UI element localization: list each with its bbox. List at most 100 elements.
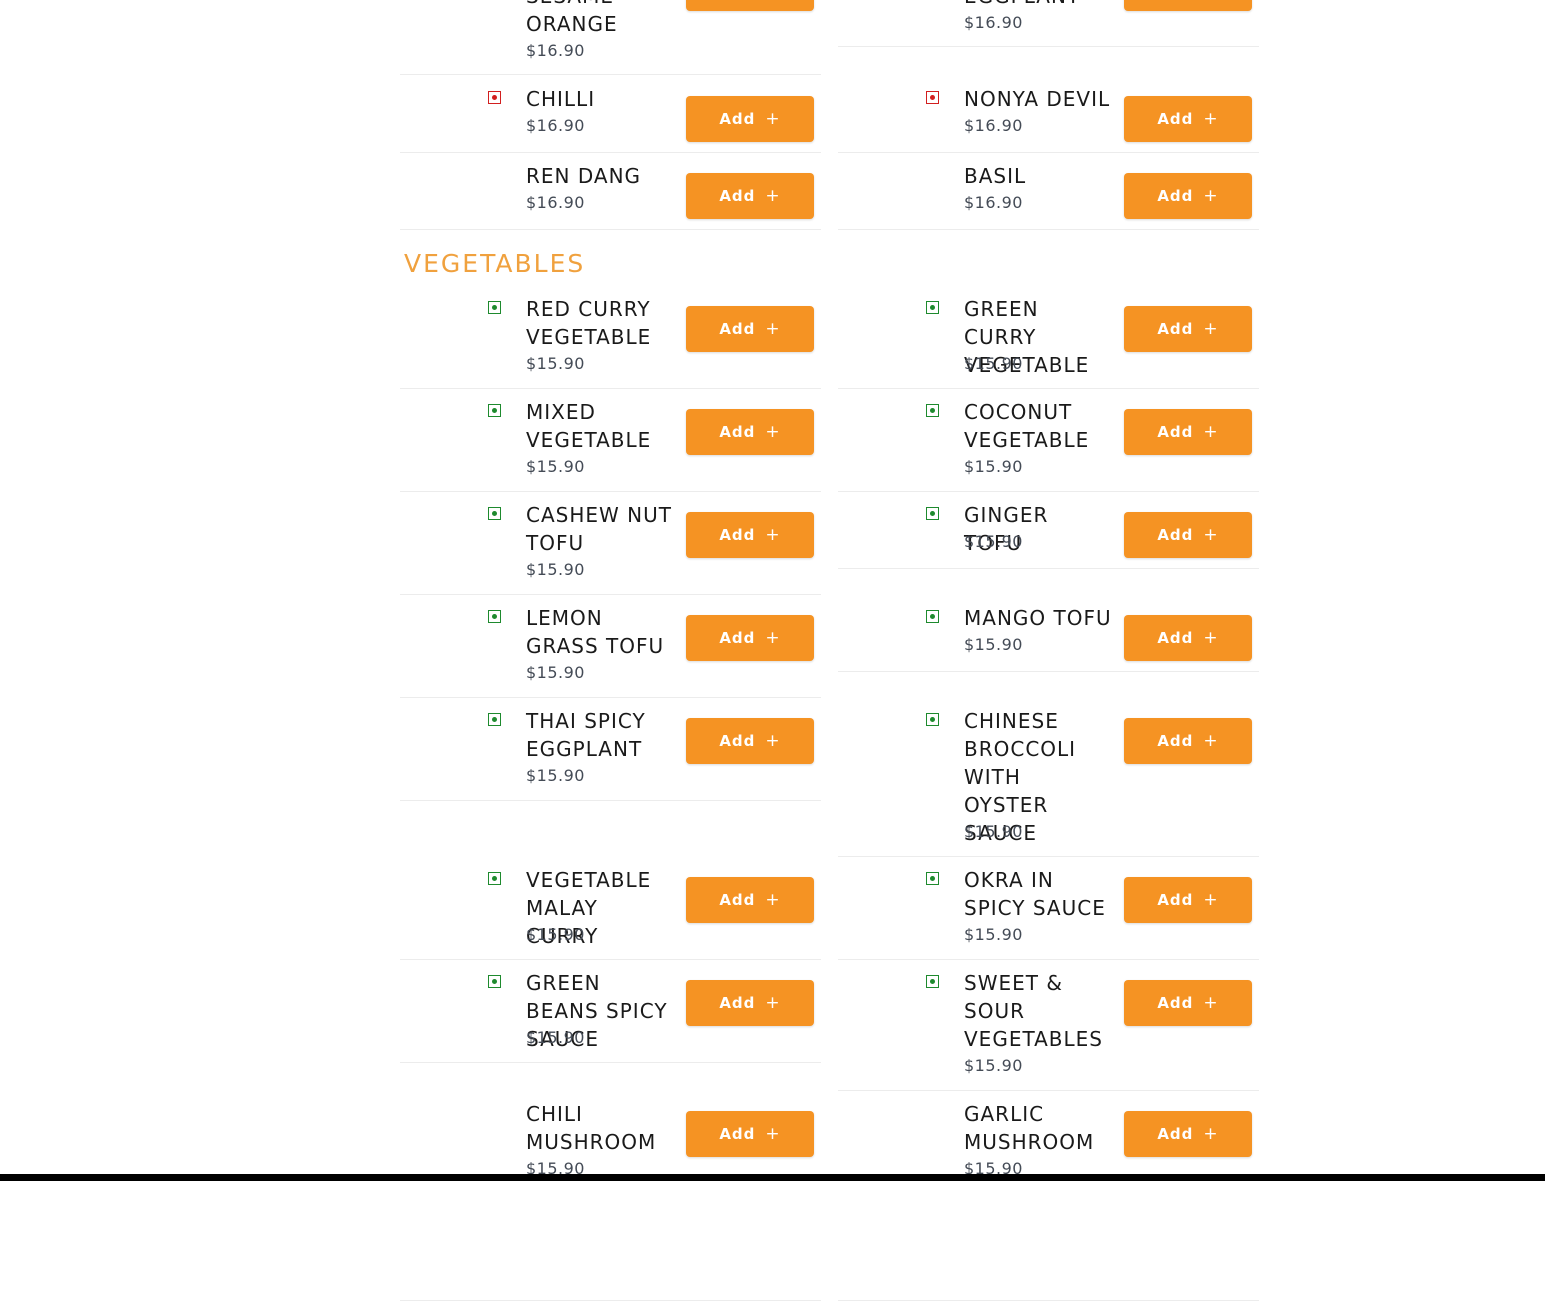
add-to-cart-button[interactable]: Add + — [1124, 306, 1252, 352]
menu-item-price: $15.90 — [526, 560, 585, 579]
add-button-label: Add — [1157, 994, 1194, 1012]
menu-item-lemon-grass-tofu: LEMON GRASS TOFU $15.90 Add + — [400, 604, 821, 698]
menu-item-chilli: CHILLI $16.90 Add + — [400, 85, 821, 153]
veg-indicator-icon — [488, 975, 501, 988]
item-divider — [838, 388, 1259, 389]
veg-indicator-icon — [488, 301, 501, 314]
plus-icon: + — [765, 1124, 781, 1144]
item-divider — [838, 152, 1259, 153]
add-to-cart-button[interactable]: Add+ — [686, 980, 814, 1026]
menu-item-chili-mushroom: CHILI MUSHROOM $15.90 Add + — [400, 1100, 821, 1301]
menu-item-name: NONYA DEVIL — [964, 87, 1111, 111]
add-to-cart-button[interactable]: Add+ — [686, 409, 814, 455]
add-button-label: Add — [719, 423, 756, 441]
menu-item-okra-in-spicy-sauce: OKRA IN SPICY SAUCE $15.90 Add + — [838, 866, 1259, 960]
menu-item-name: REN DANG — [526, 164, 642, 188]
plus-icon: + — [765, 186, 781, 206]
add-to-cart-button[interactable]: Add + — [1124, 1111, 1252, 1157]
item-divider — [400, 152, 821, 153]
menu-item-name: EGGPLANT — [964, 0, 1112, 10]
plus-icon: + — [765, 525, 781, 545]
menu-item-name: THAI SPICY EGGPLANT — [526, 709, 646, 761]
add-to-cart-button[interactable]: Add+ — [1124, 409, 1252, 455]
add-to-cart-button[interactable]: Add+ — [686, 306, 814, 352]
plus-icon: + — [1203, 422, 1219, 442]
item-divider — [400, 1062, 821, 1063]
veg-indicator-icon — [926, 404, 939, 417]
add-button-label: Add — [719, 187, 756, 205]
menu-item-price: $15.90 — [964, 635, 1023, 654]
add-button-label: Add — [719, 629, 756, 647]
add-to-cart-button[interactable]: Add+ — [1124, 615, 1252, 661]
veg-indicator-icon — [488, 404, 501, 417]
menu-item-ren-dang: REN DANG $16.90 Add + — [400, 162, 821, 230]
menu-item-price: $16.90 — [526, 193, 585, 212]
section-title-vegetables: VEGETABLES — [404, 249, 586, 278]
menu-item-price: $15.90 — [526, 663, 585, 682]
add-to-cart-button[interactable]: Add + — [1124, 980, 1252, 1026]
plus-icon: + — [765, 731, 781, 751]
menu-item-name: SESAME ORANGE — [526, 0, 618, 36]
add-to-cart-button[interactable]: Add + — [686, 718, 814, 764]
item-divider — [400, 594, 821, 595]
add-button-label: Add — [1157, 629, 1194, 647]
menu-item-thai-spicy-eggplant: THAI SPICY EGGPLANT $15.90 Add + — [400, 707, 821, 801]
add-to-cart-button[interactable]: Add+ — [1124, 0, 1252, 11]
nonveg-indicator-icon — [926, 91, 939, 104]
add-button-label: Add — [719, 994, 756, 1012]
menu-item-price: $15.90 — [526, 1028, 585, 1047]
plus-icon: + — [1203, 319, 1219, 339]
plus-icon: + — [765, 109, 781, 129]
add-to-cart-button[interactable]: Add+ — [1124, 96, 1252, 142]
veg-indicator-icon — [926, 872, 939, 885]
menu-item-price: $15.90 — [964, 925, 1023, 944]
add-to-cart-button[interactable]: Add+ — [1124, 877, 1252, 923]
item-divider — [400, 74, 821, 75]
add-to-cart-button[interactable]: Add+ — [686, 0, 814, 11]
plus-icon: + — [1203, 109, 1219, 129]
add-to-cart-button[interactable]: Add+ — [1124, 718, 1252, 764]
menu-item-price: $16.90 — [964, 193, 1023, 212]
menu-item-name: SWEET & SOUR VEGETABLES — [964, 971, 1103, 1051]
menu-item-price: $15.90 — [526, 766, 585, 785]
plus-icon: + — [765, 319, 781, 339]
menu-item-price: $15.90 — [964, 1056, 1023, 1075]
menu-item-price: $15.90 — [526, 457, 585, 476]
add-button-label: Add — [1157, 1125, 1194, 1143]
add-button-label: Add — [719, 732, 756, 750]
add-button-label: Add — [719, 110, 756, 128]
menu-item-price: $15.90 — [964, 354, 1023, 373]
menu-item-green-curry-vegetable: GREEN CURRY VEGETABLE $15.90 Add + — [838, 295, 1259, 389]
menu-item-name: RED CURRY VEGETABLE — [526, 297, 652, 349]
veg-indicator-icon — [488, 713, 501, 726]
plus-icon: + — [765, 628, 781, 648]
menu-item-name: LEMON GRASS TOFU — [526, 606, 665, 658]
add-button-label: Add — [1157, 320, 1194, 338]
menu-item-name: MANGO TOFU — [964, 606, 1112, 630]
add-to-cart-button[interactable]: Add+ — [686, 1111, 814, 1157]
menu-item-price: $16.90 — [964, 13, 1023, 32]
add-to-cart-button[interactable]: Add + — [686, 96, 814, 142]
add-button-label: Add — [719, 526, 756, 544]
item-divider — [838, 671, 1259, 672]
add-button-label: Add — [1157, 732, 1194, 750]
plus-icon: + — [1203, 1124, 1219, 1144]
menu-item-mango-tofu: MANGO TOFU $15.90 Add + — [838, 604, 1259, 672]
menu-item-name: OKRA IN SPICY SAUCE — [964, 868, 1106, 920]
veg-indicator-icon — [488, 872, 501, 885]
add-to-cart-button[interactable]: Add + — [686, 173, 814, 219]
add-to-cart-button[interactable]: Add+ — [1124, 173, 1252, 219]
item-divider — [838, 46, 1259, 47]
menu-item-price: $16.90 — [526, 41, 585, 60]
add-to-cart-button[interactable]: Add+ — [1124, 512, 1252, 558]
add-to-cart-button[interactable]: Add + — [686, 615, 814, 661]
plus-icon: + — [1203, 993, 1219, 1013]
menu-item-coconut-vegetable: COCONUT VEGETABLE $15.90 Add + — [838, 398, 1259, 492]
menu-item-price: $15.90 — [964, 532, 1023, 551]
item-divider — [838, 229, 1259, 230]
add-to-cart-button[interactable]: Add+ — [686, 877, 814, 923]
add-to-cart-button[interactable]: Add + — [686, 512, 814, 558]
menu-item-price: $15.90 — [526, 925, 585, 944]
item-divider — [838, 491, 1259, 492]
item-divider — [400, 491, 821, 492]
